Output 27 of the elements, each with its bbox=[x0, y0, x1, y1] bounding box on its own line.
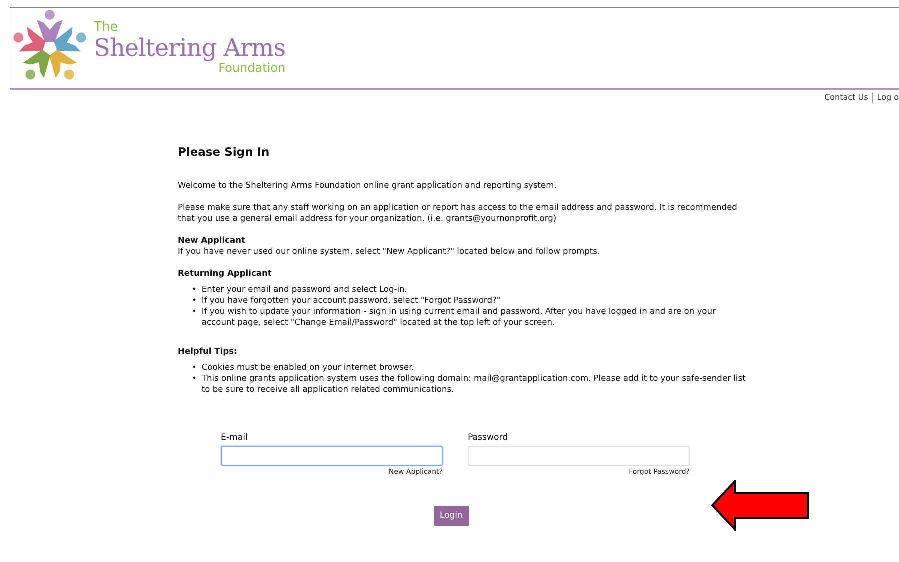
input-field[interactable] bbox=[221, 446, 443, 466]
field-label: E-mail bbox=[221, 433, 248, 443]
login-button[interactable]: Login bbox=[434, 506, 469, 526]
header-link[interactable]: Log o bbox=[877, 93, 899, 103]
logo-subtitle: Foundation bbox=[218, 61, 286, 75]
logo-title: Sheltering Arms bbox=[94, 35, 286, 61]
paragraph: Please make sure that any staff working on an application or report has access to the email address and password. It is recommended that you use a general email address for your organization. (i.e. grants@yournonprofit.org) bbox=[178, 202, 738, 224]
arrow-icon bbox=[711, 480, 811, 531]
section-heading: New Applicant bbox=[178, 235, 247, 246]
field-label: Password bbox=[468, 433, 508, 443]
bullet-item: If you wish to update your information - sign in using current email and password. After you have logged in and are on your account page, select "Change Email/Password" located at the top left of your screen. bbox=[202, 306, 717, 328]
paragraph: If you have never used our online system, select "New Applicant?" located below and follow prompts. bbox=[178, 246, 602, 257]
bullet-item: If you have forgotten your account password, select "Forgot Password?" bbox=[202, 295, 501, 306]
bullet-marker: • bbox=[192, 295, 197, 306]
bullet-item: Enter your email and password and select Log-in. bbox=[202, 284, 408, 295]
page-title: Please Sign In bbox=[178, 147, 271, 158]
bullet-marker: • bbox=[192, 306, 197, 318]
header-link[interactable]: Contact Us bbox=[824, 93, 868, 103]
bullet-item: This online grants application system uses the following domain: mail@grantapplication.com. Please add it to your safe-sender list to be sure to receive all application related communications. bbox=[202, 373, 747, 395]
section-heading: Returning Applicant bbox=[178, 268, 273, 279]
section-heading: Helpful Tips: bbox=[178, 346, 238, 357]
bullet-item: Cookies must be enabled on your internet browser. bbox=[202, 362, 414, 373]
bullet-marker: • bbox=[192, 284, 197, 295]
paragraph: Welcome to the Sheltering Arms Foundation online grant application and reporting system. bbox=[178, 180, 558, 191]
bullet-marker: • bbox=[192, 373, 197, 385]
bullet-marker: • bbox=[192, 362, 197, 373]
logo-text: The bbox=[94, 21, 120, 35]
